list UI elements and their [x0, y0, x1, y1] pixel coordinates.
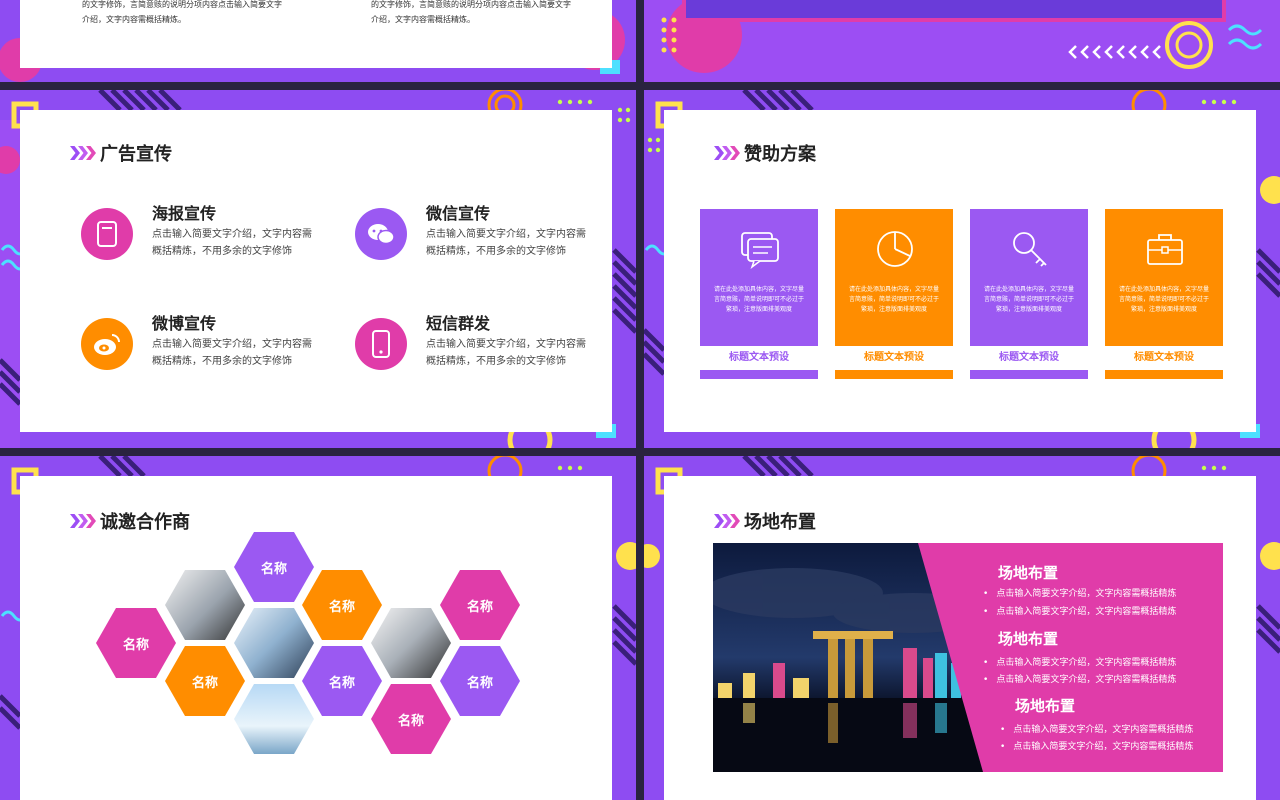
venue-line: 点击输入简要文字介绍，文字内容需概括精炼	[983, 604, 1176, 617]
sponsor-card-label: 标题文本预设	[835, 346, 953, 370]
venue-heading: 场地布置	[1015, 697, 1076, 715]
phone-icon	[355, 318, 407, 370]
sponsor-card-label: 标题文本预设	[970, 346, 1088, 370]
slide-title: 诚邀合作商	[70, 508, 190, 534]
slide-thumb-sponsorship[interactable]: 赞助方案 请在此处添加具体内容，文字尽量言简意赅，简单说明即可不必过于繁琐，注意…	[644, 90, 1280, 448]
chevron-icon	[70, 514, 96, 528]
ad-heading: 海报宣传	[152, 204, 217, 223]
message-icon	[741, 232, 779, 269]
venue-line: 点击输入简要文字介绍，文字内容需概括精炼	[1000, 722, 1193, 735]
poster-icon	[81, 208, 133, 260]
wechat-icon	[355, 208, 407, 260]
sponsor-card-label: 标题文本预设	[1105, 346, 1223, 370]
text-block-right: 的文字修饰，言简意赅的说明分项内容点击输入简要文字 介绍，文字内容需概括精炼。	[371, 0, 571, 24]
ad-desc: 点击输入简要文字介绍，文字内容需概括精炼，不用多余的文字修饰	[426, 229, 586, 257]
sponsor-card-text: 请在此处添加具体内容，文字尽量言简意赅，简单说明即可不必过于繁琐，注意版面排美观…	[714, 286, 805, 313]
title-text: 场地布置	[744, 512, 816, 533]
title-text: 赞助方案	[744, 144, 816, 165]
venue-heading: 场地布置	[998, 564, 1059, 582]
venue-line: 点击输入简要文字介绍，文字内容需概括精炼	[983, 672, 1176, 685]
chevron-icon	[714, 514, 740, 528]
text-block-left: 的文字修饰，言简意赅的说明分项内容点击输入简要文字 介绍，文字内容需概括精炼。	[82, 0, 282, 24]
ad-desc: 点击输入简要文字介绍，文字内容需概括精炼，不用多余的文字修饰	[152, 339, 312, 367]
ad-heading: 短信群发	[426, 314, 491, 333]
chevron-icon	[70, 146, 96, 160]
slide-thumb-advertising[interactable]: 广告宣传 海报宣传 点击输入简要文字介绍，文字内容需概括精炼，不用多余的文字修饰…	[0, 90, 636, 448]
sponsor-card-body: 请在此处添加具体内容，文字尽量言简意赅，简单说明即可不必过于繁琐，注意版面排美观…	[700, 209, 818, 346]
sponsor-card-text: 请在此处添加具体内容，文字尽量言简意赅，简单说明即可不必过于繁琐，注意版面排美观…	[849, 286, 940, 313]
pie-chart-icon	[877, 231, 913, 267]
ad-heading: 微信宣传	[426, 204, 491, 223]
sponsor-card-body: 请在此处添加具体内容，文字尽量言简意赅，简单说明即可不必过于繁琐，注意版面排美观…	[970, 209, 1088, 346]
slide-thumb-partners[interactable]: 诚邀合作商 名称 名称 名称 名称 名称 名称 名称 名称	[0, 456, 636, 800]
memphis-decoration	[644, 0, 1280, 82]
ad-desc: 点击输入简要文字介绍，文字内容需概括精炼，不用多余的文字修饰	[426, 339, 586, 367]
ad-desc: 点击输入简要文字介绍，文字内容需概括精炼，不用多余的文字修饰	[152, 229, 312, 257]
slide-thumbnail-grid: 的文字修饰，言简意赅的说明分项内容点击输入简要文字 介绍，文字内容需概括精炼。 …	[0, 0, 1280, 800]
venue-line: 点击输入简要文字介绍，文字内容需概括精炼	[983, 586, 1176, 599]
sponsor-card-bar	[835, 370, 953, 379]
briefcase-icon	[1147, 234, 1183, 265]
title-text: 广告宣传	[100, 144, 172, 165]
sponsor-card-4[interactable]: 请在此处添加具体内容，文字尽量言简意赅，简单说明即可不必过于繁琐，注意版面排美观…	[1105, 209, 1223, 381]
venue-heading: 场地布置	[998, 630, 1059, 648]
ad-heading: 微博宣传	[152, 314, 217, 333]
sponsor-card-body: 请在此处添加具体内容，文字尽量言简意赅，简单说明即可不必过于繁琐，注意版面排美观…	[1105, 209, 1223, 346]
sponsor-card-1[interactable]: 请在此处添加具体内容，文字尽量言简意赅，简单说明即可不必过于繁琐，注意版面排美观…	[700, 209, 818, 381]
sponsor-card-bar	[1105, 370, 1223, 379]
slide-thumb-prev-right[interactable]	[644, 0, 1280, 82]
slide-thumb-prev-left[interactable]: 的文字修饰，言简意赅的说明分项内容点击输入简要文字 介绍，文字内容需概括精炼。 …	[0, 0, 636, 82]
weibo-icon	[81, 318, 133, 370]
sponsor-card-label: 标题文本预设	[700, 346, 818, 370]
title-text: 诚邀合作商	[100, 512, 190, 533]
sponsor-card-body: 请在此处添加具体内容，文字尽量言简意赅，简单说明即可不必过于繁琐，注意版面排美观…	[835, 209, 953, 346]
sponsor-card-bar	[700, 370, 818, 379]
sponsor-card-3[interactable]: 请在此处添加具体内容，文字尽量言简意赅，简单说明即可不必过于繁琐，注意版面排美观…	[970, 209, 1088, 381]
chevron-icon	[714, 146, 740, 160]
sponsor-card-text: 请在此处添加具体内容，文字尽量言简意赅，简单说明即可不必过于繁琐，注意版面排美观…	[1119, 286, 1210, 313]
venue-line: 点击输入简要文字介绍，文字内容需概括精炼	[1000, 739, 1193, 752]
slide-thumb-venue[interactable]: 场地布置 场地布置 • 点击输入简要文字介绍，文字内容需概括精炼 • 点击输入简…	[644, 456, 1280, 800]
slide-title: 广告宣传	[70, 140, 172, 166]
venue-line: 点击输入简要文字介绍，文字内容需概括精炼	[983, 655, 1176, 668]
slide-title: 场地布置	[714, 508, 816, 534]
sponsor-card-bar	[970, 370, 1088, 379]
slide-title: 赞助方案	[714, 140, 816, 166]
key-icon	[1013, 232, 1047, 267]
sponsor-card-2[interactable]: 请在此处添加具体内容，文字尽量言简意赅，简单说明即可不必过于繁琐，注意版面排美观…	[835, 209, 953, 381]
sponsor-card-text: 请在此处添加具体内容，文字尽量言简意赅，简单说明即可不必过于繁琐，注意版面排美观…	[984, 286, 1075, 313]
